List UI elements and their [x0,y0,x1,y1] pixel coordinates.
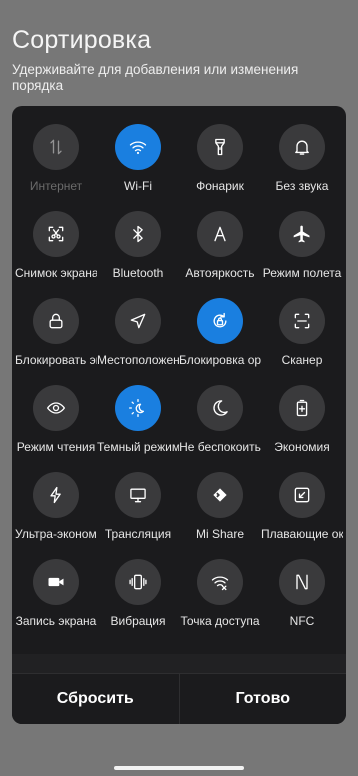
tile-silent[interactable]: Без звука [261,124,343,211]
tile-location[interactable]: Местоположение [97,298,179,385]
tile-mi-share[interactable]: Mi Share [179,472,261,559]
airplane-icon [279,211,325,257]
dark-mode-icon [115,385,161,431]
tile-label: Режим чтения [16,440,96,454]
tile-label: Интернет [29,179,83,193]
quick-settings-panel: Интернет Wi-Fi Фонарик Без звука Снимок … [12,106,346,724]
screenshot-icon [33,211,79,257]
tile-label: Ультра-экономия [15,527,97,541]
more-tiles-strip [12,654,346,674]
tile-nfc[interactable]: NFC [261,559,343,646]
tile-flashlight[interactable]: Фонарик [179,124,261,211]
tile-cast[interactable]: Трансляция [97,472,179,559]
scanner-icon [279,298,325,344]
tile-auto-brightness[interactable]: Автояркость [179,211,261,298]
location-icon [115,298,161,344]
header-subtitle: Удерживайте для добавления или изменения… [12,62,299,93]
floating-window-icon [279,472,325,518]
tile-label: Точка доступа [180,614,260,628]
tile-battery-saver[interactable]: Экономия [261,385,343,472]
tile-label: Вибрация [110,614,166,628]
tile-label: Местоположение [97,353,179,367]
tile-label: Экономия [274,440,330,454]
tile-label: Темный режим [97,440,179,454]
tile-lock-screen[interactable]: Блокировать экран [15,298,97,385]
tile-label: Блокировать экран [15,353,97,367]
tile-dnd[interactable]: Не беспокоить [179,385,261,472]
tile-label: NFC [289,614,315,628]
tile-label: Wi-Fi [124,179,152,193]
tile-rotation-lock[interactable]: Блокировка ориентации [179,298,261,385]
tile-internet[interactable]: Интернет [15,124,97,211]
flashlight-icon [197,124,243,170]
tile-ultra-saver[interactable]: Ультра-экономия [15,472,97,559]
tile-dark-mode[interactable]: Темный режим [97,385,179,472]
action-bar: Сбросить Готово [12,673,346,724]
wifi-icon [115,124,161,170]
mobile-data-icon [33,124,79,170]
tile-label: Автояркость [185,266,255,280]
auto-brightness-icon [197,211,243,257]
tile-label: Bluetooth [112,266,164,280]
rotation-lock-icon [197,298,243,344]
tiles-grid: Интернет Wi-Fi Фонарик Без звука Снимок … [12,124,346,646]
tile-label: Плавающие окна [261,527,343,541]
eye-icon [33,385,79,431]
lock-icon [33,298,79,344]
tile-bluetooth[interactable]: Bluetooth [97,211,179,298]
mi-share-icon [197,472,243,518]
moon-icon [197,385,243,431]
tile-label: Блокировка ориентации [179,353,261,367]
tile-label: Не беспокоить [179,440,261,454]
screen-record-icon [33,559,79,605]
tile-label: Трансляция [104,527,172,541]
cast-icon [115,472,161,518]
nfc-icon [279,559,325,605]
battery-saver-icon [279,385,325,431]
bell-icon [279,124,325,170]
tile-label: Без звука [275,179,329,193]
tile-airplane[interactable]: Режим полета [261,211,343,298]
tile-label: Запись экрана [15,614,97,628]
tile-label: Снимок экрана [15,266,97,280]
bluetooth-icon [115,211,161,257]
tile-screen-record[interactable]: Запись экрана [15,559,97,646]
tile-hotspot[interactable]: Точка доступа [179,559,261,646]
tile-wifi[interactable]: Wi-Fi [97,124,179,211]
vibration-icon [115,559,161,605]
home-indicator[interactable] [114,766,244,770]
tile-screenshot[interactable]: Снимок экрана [15,211,97,298]
tile-label: Сканер [281,353,323,367]
done-button[interactable]: Готово [180,674,347,724]
hotspot-icon [197,559,243,605]
header-title: Сортировка [12,26,152,54]
tile-label: Режим полета [262,266,342,280]
reset-button[interactable]: Сбросить [12,674,179,724]
tile-label: Mi Share [195,527,245,541]
tile-label: Фонарик [196,179,244,193]
tile-scanner[interactable]: Сканер [261,298,343,385]
lightning-icon [33,472,79,518]
tile-floating-window[interactable]: Плавающие окна [261,472,343,559]
tile-vibration[interactable]: Вибрация [97,559,179,646]
tile-reading-mode[interactable]: Режим чтения [15,385,97,472]
